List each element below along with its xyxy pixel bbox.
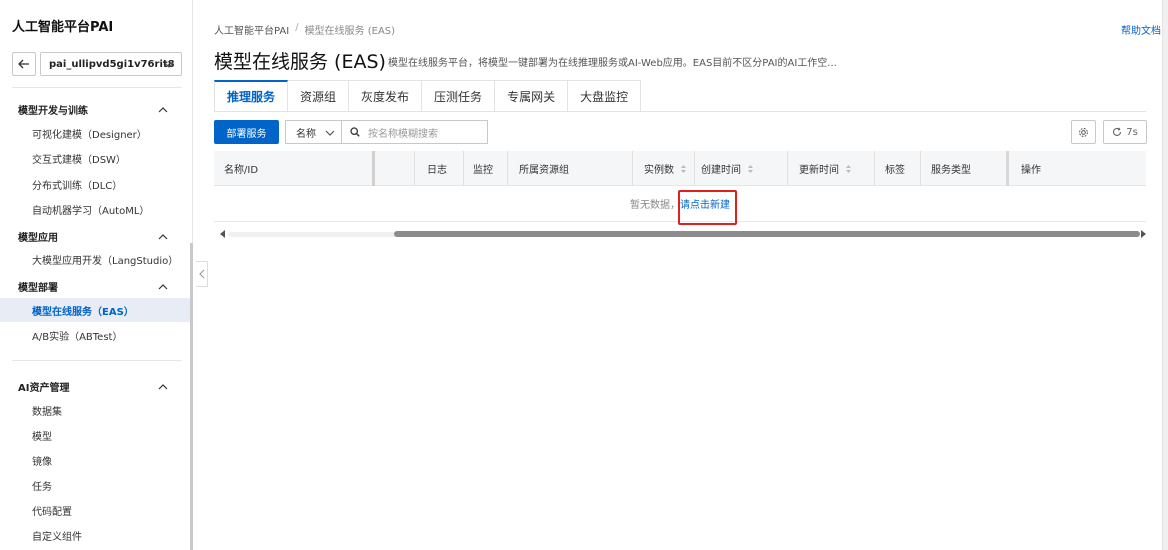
col-log: 日志 [427,165,447,176]
sidebar-item-automl[interactable]: 自动机器学习（AutoML） [0,197,192,221]
sort-icon [846,164,851,173]
sidebar-item-langstudio[interactable]: 大模型应用开发（LangStudio） [0,247,192,271]
help-docs-link[interactable]: 帮助文档 [1121,22,1161,37]
sidebar-item-abtest[interactable]: A/B实验（ABTest） [0,323,192,347]
tab-bar: 推理服务 资源组 灰度发布 压测任务 专属网关 大盘监控 [214,80,642,112]
chevron-up-icon [158,383,168,389]
table-horizontal-scrollbar[interactable] [214,228,1146,240]
highlight-annotation [678,190,737,225]
breadcrumb-root[interactable]: 人工智能平台PAI [214,22,289,37]
scroll-left-icon[interactable] [220,230,226,238]
sort-icon [748,164,753,173]
page-title: 模型在线服务 (EAS) [214,51,386,73]
divider [12,360,182,361]
tab-dedicated-gateway[interactable]: 专属网关 [495,80,569,112]
tabs-underline [214,111,1146,112]
deploy-service-button[interactable]: 部署服务 [214,120,279,144]
sidebar-item-task[interactable]: 任务 [0,473,192,497]
chevron-down-icon [325,130,335,136]
chevron-up-icon [158,233,168,239]
tab-stress-test[interactable]: 压测任务 [422,80,496,112]
group-model-deploy[interactable]: 模型部署 [18,279,168,294]
workspace-name: pai_ullipvd5gi1v76rit8 [49,58,175,70]
sidebar-collapse-button[interactable] [196,261,208,287]
col-actions: 操作 [1021,165,1041,176]
empty-text: 暂无数据， [630,200,680,211]
col-service-type: 服务类型 [931,165,971,176]
filter-field-select[interactable]: 名称 [285,120,341,144]
gear-icon [1079,127,1088,137]
arrow-left-icon [18,59,29,69]
col-name: 名称/ID [224,165,259,176]
tab-inference-service[interactable]: 推理服务 [214,80,289,112]
sidebar-item-model[interactable]: 模型 [0,423,192,447]
chevron-down-icon [164,62,174,68]
tab-dashboard[interactable]: 大盘监控 [568,80,642,112]
back-button[interactable] [12,52,36,76]
search-input[interactable]: 按名称模糊搜索 [341,120,488,144]
breadcrumb: 人工智能平台PAI / 模型在线服务 (EAS) [214,22,395,37]
tab-canary-release[interactable]: 灰度发布 [349,80,423,112]
scroll-thumb[interactable] [394,231,1140,237]
filter-field-value: 名称 [296,128,316,140]
sidebar: 人工智能平台PAI pai_ullipvd5gi1v76rit8 模型开发与训练… [0,0,193,550]
group-model-dev[interactable]: 模型开发与训练 [18,102,168,117]
search-icon [350,127,360,137]
search-placeholder: 按名称模糊搜索 [368,128,438,140]
col-divider [787,151,788,186]
chevron-up-icon [158,283,168,289]
page-description: 模型在线服务平台，将模型一键部署为在线推理服务或AI-Web应用。EAS目前不区… [388,58,837,69]
sidebar-item-custom-component[interactable]: 自定义组件 [0,523,192,547]
col-divider [632,151,633,186]
col-updated-time[interactable]: 更新时间 [789,151,852,186]
sort-icon [681,164,686,173]
col-tags: 标签 [885,165,905,176]
col-created-time[interactable]: 创建时间 [691,151,754,186]
refresh-interval: 7s [1126,126,1138,138]
settings-button[interactable] [1071,120,1096,144]
sidebar-item-dlc[interactable]: 分布式训练（DLC） [0,172,192,196]
column-resize-handle[interactable] [372,151,375,186]
sidebar-item-dataset[interactable]: 数据集 [0,398,192,422]
main-content: 人工智能平台PAI / 模型在线服务 (EAS) 帮助文档 模型在线服务 (EA… [214,0,1161,550]
col-monitor: 监控 [473,165,493,176]
table-header: 名称/ID 日志 监控 所属资源组 实例数 创建时间 更新时间 标签 服务类型 … [214,151,1146,186]
refresh-button[interactable]: 7s [1103,120,1147,144]
col-divider [414,151,415,186]
product-title: 人工智能平台PAI [12,20,114,35]
scroll-right-icon[interactable] [1140,230,1146,238]
chevron-up-icon [158,106,168,112]
divider [12,87,182,88]
sidebar-item-eas[interactable]: 模型在线服务（EAS） [0,298,192,322]
sidebar-scrollbar[interactable] [190,243,193,550]
tab-resource-group[interactable]: 资源组 [288,80,350,112]
sidebar-item-designer[interactable]: 可视化建模（Designer） [0,121,192,145]
sidebar-item-dsw[interactable]: 交互式建模（DSW） [0,146,192,170]
breadcrumb-separator: / [295,22,299,33]
refresh-icon [1113,127,1122,136]
group-ai-assets[interactable]: AI资产管理 [18,379,168,394]
sidebar-item-code-config[interactable]: 代码配置 [0,498,192,522]
breadcrumb-current: 模型在线服务 (EAS) [304,26,396,37]
fixed-column-shadow [1006,151,1009,186]
group-model-app[interactable]: 模型应用 [18,229,168,244]
sidebar-item-image[interactable]: 镜像 [0,448,192,472]
col-divider [507,151,508,186]
page-scrollbar[interactable] [1162,0,1168,550]
workspace-select[interactable]: pai_ullipvd5gi1v76rit8 [40,52,182,76]
col-instances[interactable]: 实例数 [634,151,687,186]
chevron-left-icon [198,269,204,279]
col-resource-group: 所属资源组 [519,165,569,176]
